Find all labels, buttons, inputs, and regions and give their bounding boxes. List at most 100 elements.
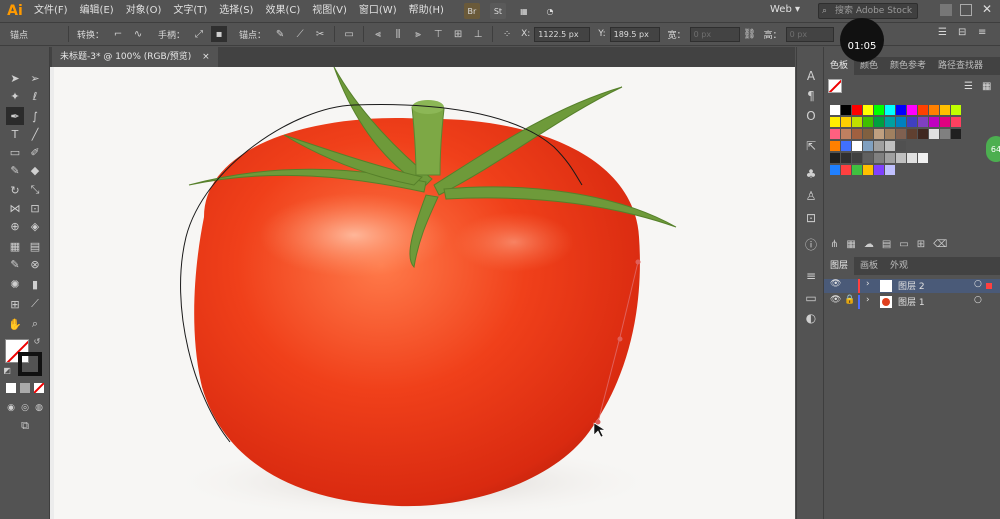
blend-tool-icon[interactable]: ⊗ [26, 255, 44, 273]
remove-anchor-icon[interactable]: ✎ [272, 26, 288, 42]
convert-to-corner-icon[interactable]: ⌐ [110, 26, 126, 42]
shaper-tool-icon[interactable]: ✎ [6, 161, 24, 179]
layer-name[interactable]: 图层 2 [898, 279, 925, 292]
puppet-panel-icon[interactable]: ♙ [802, 187, 820, 205]
color-swatch[interactable] [874, 153, 884, 163]
canvas[interactable] [50, 67, 795, 519]
color-swatch[interactable] [863, 153, 873, 163]
panel-tab[interactable]: 色板 [824, 57, 855, 75]
color-swatch[interactable] [863, 105, 873, 115]
swatch-fill-indicator[interactable] [828, 79, 842, 93]
none-mode-icon[interactable] [34, 383, 44, 393]
direct-selection-tool-icon[interactable]: ➢ [26, 69, 44, 87]
color-swatch[interactable] [841, 153, 851, 163]
isolate-icon[interactable]: ▭ [341, 26, 357, 42]
color-swatch[interactable] [874, 105, 884, 115]
cloud-icon[interactable]: ☁ [864, 239, 882, 250]
color-swatch[interactable] [918, 117, 928, 127]
new-group-icon[interactable]: ▭ [899, 239, 916, 250]
symbols-panel-icon[interactable]: ♣ [802, 165, 820, 183]
visibility-eye-icon[interactable]: 👁 [830, 295, 841, 305]
color-swatch[interactable] [885, 153, 895, 163]
panel-tab[interactable]: 颜色参考 [884, 57, 932, 75]
color-swatch[interactable] [830, 129, 840, 139]
graph-tool-icon[interactable]: ▮ [26, 275, 44, 293]
y-field[interactable]: 189.5 px [609, 26, 660, 42]
expand-arrow-icon[interactable]: › [866, 279, 870, 289]
color-swatch[interactable] [852, 117, 862, 127]
transparency-panel-icon[interactable]: ◐ [802, 309, 820, 327]
hide-handles-icon[interactable]: ▪ [211, 26, 228, 42]
new-swatch-icon[interactable]: ⊞ [917, 239, 933, 250]
artboard[interactable] [54, 67, 795, 519]
color-swatch[interactable] [940, 117, 950, 127]
draw-behind-icon[interactable]: ◎ [18, 401, 32, 415]
menu-item[interactable]: 对象(O) [120, 0, 168, 22]
convert-to-smooth-icon[interactable]: ∿ [130, 26, 146, 42]
color-swatch[interactable] [907, 129, 917, 139]
grid-view-icon[interactable]: ▦ [982, 81, 991, 92]
color-swatch[interactable] [863, 165, 873, 175]
color-swatch[interactable] [907, 153, 917, 163]
gradient-tool-icon[interactable]: ▤ [26, 237, 44, 255]
swatch-options-icon[interactable]: ▤ [882, 239, 899, 250]
color-swatch[interactable] [896, 117, 906, 127]
color-swatch[interactable] [841, 165, 851, 175]
info-panel-icon[interactable]: ⓘ [802, 235, 820, 253]
color-swatch[interactable] [929, 117, 939, 127]
opentype-panel-icon[interactable]: O [802, 107, 820, 125]
cut-path-icon[interactable]: ✂ [312, 26, 328, 42]
magic-wand-icon[interactable]: ✦ [6, 87, 24, 105]
library-icon[interactable]: ⋔ [830, 239, 846, 250]
hand-tool-icon[interactable]: ✋ [6, 315, 24, 333]
stock-button[interactable]: St [489, 3, 506, 19]
color-mode-icon[interactable] [6, 383, 16, 393]
paragraph-panel-icon[interactable]: ¶ [802, 87, 820, 105]
show-handles-icon[interactable]: ⤢ [191, 26, 207, 42]
color-swatch[interactable] [852, 141, 862, 151]
color-swatch[interactable] [852, 153, 862, 163]
maximize-icon[interactable] [960, 4, 972, 16]
color-swatch[interactable] [874, 129, 884, 139]
eyedropper-icon[interactable]: ✎ [6, 255, 24, 273]
bridge-button[interactable]: Br [463, 3, 480, 19]
artboard-tool-icon[interactable]: ⊞ [6, 295, 24, 313]
panel-tab[interactable]: 路径查找器 [932, 57, 989, 75]
gradient-panel-icon[interactable]: ▭ [802, 289, 820, 307]
color-swatch[interactable] [852, 105, 862, 115]
connect-anchor-icon[interactable]: ⟋ [292, 26, 308, 42]
pen-tool-icon[interactable]: ✒ [6, 107, 24, 125]
gradient-mode-icon[interactable] [20, 383, 30, 393]
menu-item[interactable]: 帮助(H) [403, 0, 450, 22]
layer-row-2[interactable]: 👁 › 图层 2 ○ [824, 279, 1000, 293]
asset-export-icon[interactable]: ⊡ [802, 209, 820, 227]
visibility-eye-icon[interactable]: 👁 [830, 279, 841, 289]
color-swatch[interactable] [951, 117, 961, 127]
line-tool-icon[interactable]: ╱ [26, 125, 44, 143]
color-swatch[interactable] [885, 105, 895, 115]
menu-item[interactable]: 选择(S) [213, 0, 259, 22]
width-tool-icon[interactable]: ⋈ [6, 199, 24, 217]
scale-tool-icon[interactable]: ⤡ [26, 181, 44, 199]
arrange-documents-icon[interactable]: ▦ [516, 3, 532, 19]
paintbrush-icon[interactable]: ✐ [26, 143, 44, 161]
selection-tool-icon[interactable]: ➤ [6, 69, 24, 87]
close-window-icon[interactable]: ✕ [982, 2, 992, 16]
workspace-switcher[interactable]: Web ▾ [770, 4, 800, 15]
panel-tab[interactable]: 外观 [884, 257, 914, 275]
menu-item[interactable]: 文字(T) [167, 0, 213, 22]
color-swatch[interactable] [907, 117, 917, 127]
search-stock-input[interactable]: ⌕ 搜索 Adobe Stock [818, 3, 918, 19]
color-swatch[interactable] [874, 141, 884, 151]
type-tool-icon[interactable]: T [6, 125, 24, 143]
color-swatch[interactable] [863, 117, 873, 127]
symbol-sprayer-icon[interactable]: ✺ [6, 275, 24, 293]
color-swatch[interactable] [896, 129, 906, 139]
transform-panel-icon[interactable]: ☰ [938, 27, 947, 38]
color-swatch[interactable] [841, 129, 851, 139]
swap-fill-stroke-icon[interactable]: ↺ [32, 336, 42, 346]
align-vcenter-icon[interactable]: ⊞ [450, 26, 466, 42]
reference-point-icon[interactable]: ⁘ [499, 26, 515, 42]
color-swatch[interactable] [830, 153, 840, 163]
align-panel-icon[interactable]: ≡ [802, 267, 820, 285]
